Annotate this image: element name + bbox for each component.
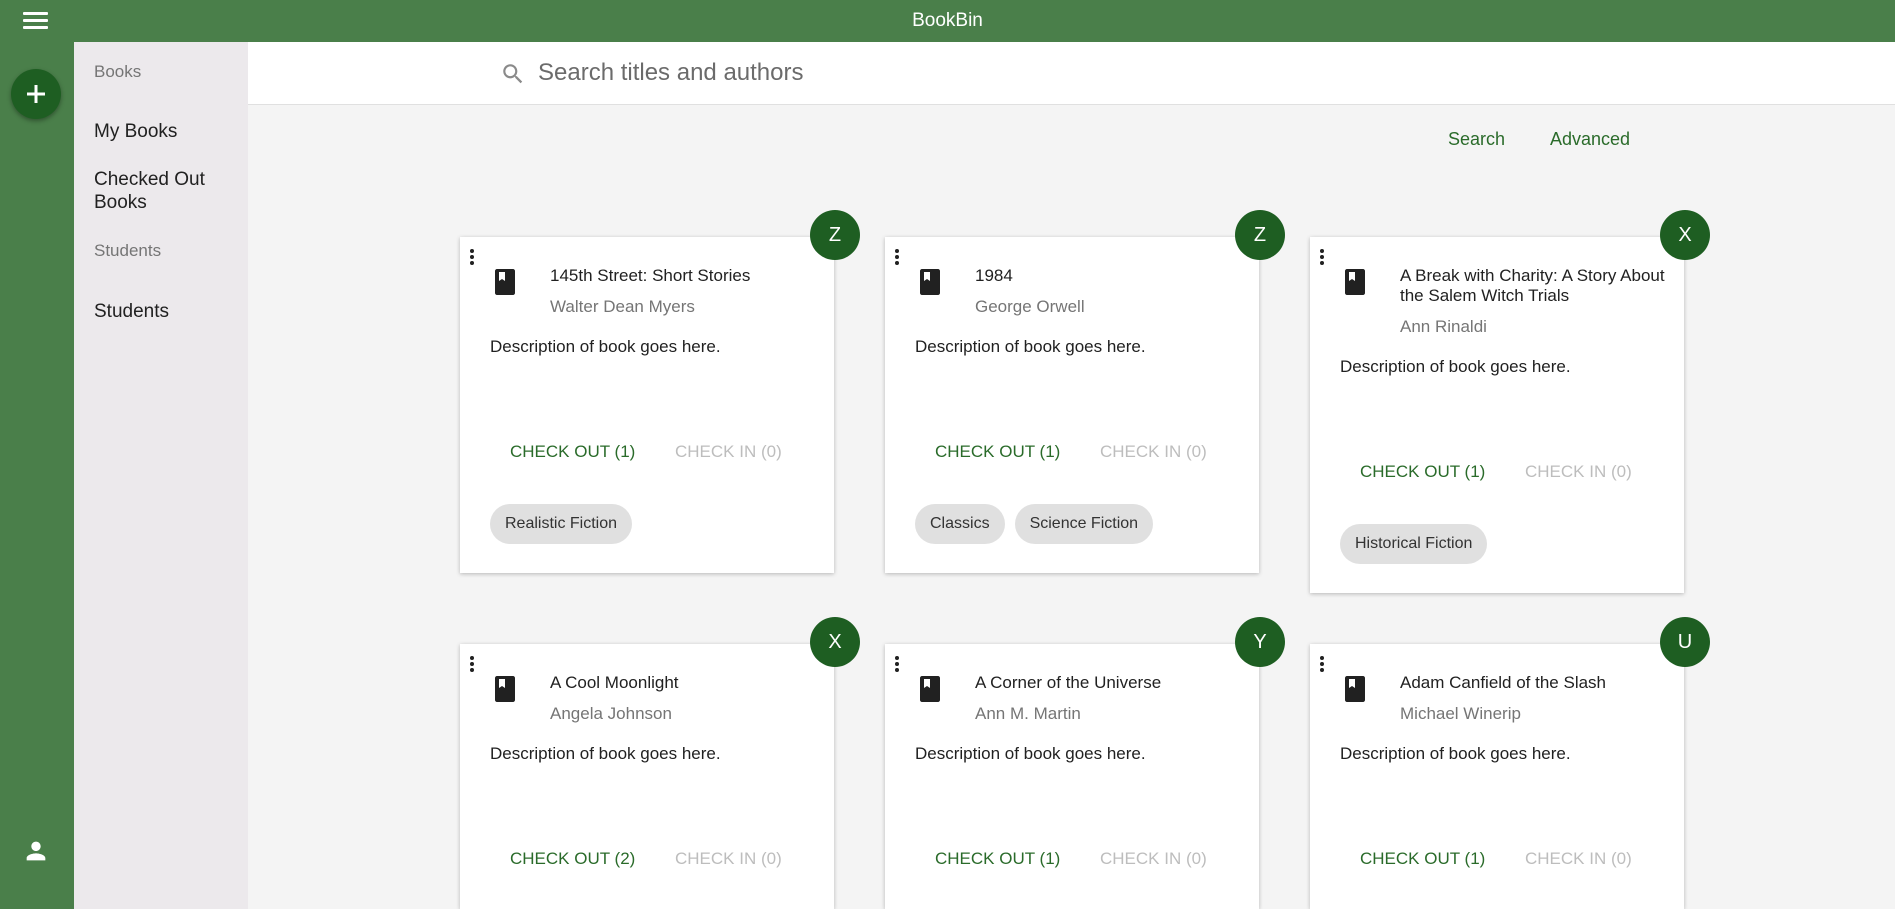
book-icon [1344,676,1366,702]
app-bar: BookBin [0,0,1895,42]
book-author: Ann M. Martin [975,704,1081,723]
book-card: 145th Street: Short Stories Walter Dean … [460,237,834,573]
book-description: Description of book goes here. [915,744,1146,763]
book-description: Description of book goes here. [1340,744,1571,763]
book-author: Angela Johnson [550,704,672,723]
account-button[interactable] [22,837,50,865]
check-in-button: CHECK IN (0) [1525,462,1632,481]
tag-list: Classics Science Fiction [915,504,1154,544]
tag-chip[interactable]: Historical Fiction [1340,524,1488,564]
plus-icon [27,85,45,103]
tag-chip[interactable]: Science Fiction [1014,504,1154,544]
books-subheader: Books [94,62,142,81]
book-title: 145th Street: Short Stories [550,266,751,285]
check-out-button[interactable]: CHECK OUT (1) [1360,462,1485,482]
check-in-button: CHECK IN (0) [1100,442,1207,461]
book-icon [494,676,516,702]
tag-list: Historical Fiction [1340,524,1488,564]
book-card: A Cool Moonlight Angela Johnson Descript… [460,644,834,909]
owner-avatar: U [1660,617,1710,667]
book-title: A Cool Moonlight [550,673,679,692]
check-out-button[interactable]: CHECK OUT (1) [935,849,1060,869]
book-icon [919,269,941,295]
book-card: A Break with Charity: A Story About the … [1310,237,1684,593]
nav-item-checked-out-books[interactable]: Checked Out Books [94,168,244,214]
book-title: 1984 [975,266,1013,285]
book-card: Adam Canfield of the Slash Michael Winer… [1310,644,1684,909]
book-description: Description of book goes here. [490,744,721,763]
book-icon [1344,269,1366,295]
check-in-button: CHECK IN (0) [1100,849,1207,868]
person-icon [26,841,46,861]
book-title: A Break with Charity: A Story About the … [1400,266,1665,305]
check-out-button[interactable]: CHECK OUT (1) [935,442,1060,462]
owner-avatar: Y [1235,617,1285,667]
more-vert-icon[interactable] [467,247,477,269]
book-icon [494,269,516,295]
book-title: Adam Canfield of the Slash [1400,673,1607,692]
check-in-button: CHECK IN (0) [675,442,782,461]
check-in-button: CHECK IN (0) [1525,849,1632,868]
book-card: 1984 George Orwell Description of book g… [885,237,1259,573]
students-subheader: Students [94,241,162,260]
search-bar [248,42,1895,105]
book-title: A Corner of the Universe [975,673,1162,692]
tag-chip[interactable]: Classics [915,504,1005,544]
tag-list: Realistic Fiction [490,504,633,544]
search-input[interactable] [538,56,1438,90]
book-icon [919,676,941,702]
check-in-button: CHECK IN (0) [675,849,782,868]
tag-chip[interactable]: Realistic Fiction [490,504,633,544]
more-vert-icon[interactable] [892,247,902,269]
check-out-button[interactable]: CHECK OUT (1) [510,442,635,462]
book-description: Description of book goes here. [1340,357,1571,376]
owner-avatar: Z [810,210,860,260]
book-description: Description of book goes here. [490,337,721,356]
more-vert-icon[interactable] [1317,247,1327,269]
owner-avatar: Z [1235,210,1285,260]
book-author: George Orwell [975,297,1085,316]
add-button[interactable] [11,69,61,119]
search-button[interactable]: Search [1448,129,1505,150]
more-vert-icon[interactable] [1317,654,1327,676]
book-author: Michael Winerip [1400,704,1521,723]
more-vert-icon[interactable] [467,654,477,676]
owner-avatar: X [810,617,860,667]
more-vert-icon[interactable] [892,654,902,676]
check-out-button[interactable]: CHECK OUT (2) [510,849,635,869]
book-description: Description of book goes here. [915,337,1146,356]
book-author: Ann Rinaldi [1400,317,1487,336]
owner-avatar: X [1660,210,1710,260]
nav-item-students[interactable]: Students [94,300,244,323]
nav-item-my-books[interactable]: My Books [94,120,244,143]
book-author: Walter Dean Myers [550,297,695,316]
check-out-button[interactable]: CHECK OUT (1) [1360,849,1485,869]
nav-drawer: Books My Books Checked Out Books Student… [74,42,248,909]
navigation-rail [0,42,74,909]
advanced-button[interactable]: Advanced [1550,129,1630,150]
search-icon [503,64,523,84]
app-title: BookBin [912,10,983,31]
book-card: A Corner of the Universe Ann M. Martin D… [885,644,1259,909]
